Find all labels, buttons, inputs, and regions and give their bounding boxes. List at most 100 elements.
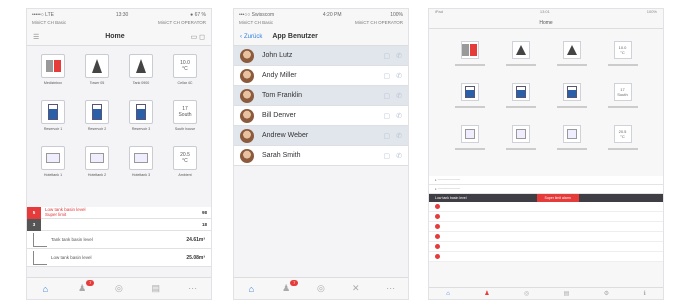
object-tile[interactable] bbox=[498, 83, 543, 119]
status-bar: •••○○ Swisscom 4:20 PM 100% bbox=[234, 9, 408, 20]
tile-caption-placeholder bbox=[454, 148, 485, 150]
level-row[interactable]: Tank tank basin level 24.61m³ bbox=[27, 231, 211, 249]
phone-icon[interactable]: ✆ bbox=[396, 112, 402, 120]
user-row[interactable]: John Lutz ▢ ✆ bbox=[234, 46, 408, 66]
object-tile[interactable]: 20.5 °C bbox=[600, 125, 645, 161]
object-tile[interactable]: 17 South bbox=[600, 83, 645, 119]
event-row[interactable]: ▸ ───────── bbox=[429, 176, 663, 185]
user-row[interactable]: Andrew Weber ▢ ✆ bbox=[234, 126, 408, 146]
object-tile[interactable]: 17 South South house bbox=[165, 100, 205, 140]
object-tile[interactable]: 10.0 °C bbox=[600, 41, 645, 77]
object-tile[interactable]: 20.5 °C Ambient bbox=[165, 146, 205, 186]
object-tile[interactable]: Tank 0900 bbox=[121, 54, 161, 94]
message-icon[interactable]: ▢ bbox=[384, 92, 391, 100]
level-value: 24.61m³ bbox=[186, 236, 205, 243]
alarm-row[interactable]: 3 18 bbox=[27, 218, 211, 231]
message-icon[interactable]: ▢ bbox=[384, 152, 391, 160]
object-grid: Medizinbox Tower 05 Tank 0900 10.0 °C Cellar… bbox=[27, 46, 211, 186]
alarm-count-badge: 5 bbox=[27, 206, 41, 219]
phone-icon[interactable]: ✆ bbox=[396, 72, 402, 80]
tile-caption: Hoteltank 2 bbox=[87, 173, 107, 177]
tank-icon bbox=[511, 83, 530, 101]
info-tab-icon[interactable]: ℹ bbox=[643, 290, 645, 297]
level-row[interactable]: Low tank basin level 25.08m³ bbox=[27, 249, 211, 267]
gauge-icon bbox=[562, 125, 581, 143]
temp-icon: 17 South bbox=[173, 100, 197, 124]
object-tile[interactable] bbox=[498, 41, 543, 77]
gauge-icon bbox=[129, 146, 153, 170]
more-tab-icon[interactable]: ⋯ bbox=[184, 282, 202, 296]
message-icon[interactable]: ▢ bbox=[384, 112, 391, 120]
alarm-row[interactable] bbox=[429, 222, 663, 232]
phone-icon[interactable]: ✆ bbox=[396, 152, 402, 160]
menu-icon[interactable]: ☰ bbox=[33, 33, 39, 41]
phone-home-screen: •••••○ LTE 13:30 ● 67 % MiniCT CH Basic … bbox=[26, 8, 212, 300]
message-icon[interactable]: ▢ bbox=[384, 52, 391, 60]
object-tile[interactable] bbox=[549, 125, 594, 161]
object-tile[interactable] bbox=[447, 83, 492, 119]
home-tab-icon[interactable]: ⌂ bbox=[446, 291, 450, 297]
object-tile[interactable] bbox=[549, 41, 594, 77]
object-tile[interactable] bbox=[447, 125, 492, 161]
alarm-dot-icon bbox=[435, 244, 440, 249]
object-tile[interactable]: Reservoir 3 bbox=[121, 100, 161, 140]
temp-icon: 10.0 °C bbox=[613, 41, 632, 59]
object-tile[interactable] bbox=[549, 83, 594, 119]
more-tab-icon[interactable]: ⋯ bbox=[382, 282, 400, 296]
alarm-row[interactable] bbox=[429, 212, 663, 222]
object-tile[interactable]: Medizinbox bbox=[33, 54, 73, 94]
alarm-row[interactable] bbox=[429, 202, 663, 212]
alarm-row[interactable] bbox=[429, 232, 663, 242]
back-button[interactable]: ‹ Zurück bbox=[240, 34, 262, 40]
tank-icon bbox=[562, 83, 581, 101]
phone-icon[interactable]: ✆ bbox=[396, 132, 402, 140]
message-icon[interactable]: ▢ bbox=[384, 132, 391, 140]
object-tile[interactable] bbox=[498, 125, 543, 161]
status-time: 13:30 bbox=[115, 11, 129, 18]
event-row[interactable]: ▸ ───────── bbox=[429, 185, 663, 194]
tile-caption-placeholder bbox=[607, 148, 638, 150]
alarms-tab-icon[interactable]: ♟ 7 bbox=[73, 279, 95, 296]
level-text: Tank tank basin level bbox=[51, 237, 93, 242]
alarm-dot-icon bbox=[435, 224, 440, 229]
alarm-row[interactable] bbox=[429, 252, 663, 262]
alarms-tab-icon[interactable]: ♟ bbox=[484, 290, 489, 297]
object-tile[interactable]: Reservoir 2 bbox=[77, 100, 117, 140]
timer-tab-icon[interactable]: ◎ bbox=[524, 290, 529, 297]
user-row[interactable]: Sarah Smith ▢ ✆ bbox=[234, 146, 408, 166]
object-tile[interactable]: Tower 05 bbox=[77, 54, 117, 94]
timer-tab-icon[interactable]: ◎ bbox=[312, 282, 330, 296]
phone-icon[interactable]: ✆ bbox=[396, 92, 402, 100]
tile-caption: Tower 05 bbox=[89, 81, 105, 85]
settings-tab-icon[interactable]: ⚙ bbox=[604, 290, 609, 297]
layout-icon[interactable]: ▭ ◻ bbox=[191, 33, 205, 41]
alarm-header-bar: Low tank basin level Super limit alarm bbox=[429, 194, 663, 202]
object-tile[interactable] bbox=[447, 41, 492, 77]
phone-icon[interactable]: ✆ bbox=[396, 52, 402, 60]
user-list: John Lutz ▢ ✆ Andy Miller ▢ ✆ Tom Franklin ▢ ✆ Bi… bbox=[234, 46, 408, 166]
home-tab-icon[interactable]: ⌂ bbox=[36, 282, 54, 296]
tile-caption-placeholder bbox=[607, 64, 638, 66]
object-tile[interactable]: Hoteltank 3 bbox=[121, 146, 161, 186]
tablet-alarm-panel: ▸ ───────── ▸ ───────── Low tank basin l… bbox=[429, 176, 663, 262]
alarm-dot-icon bbox=[435, 254, 440, 259]
alarms-tab-icon[interactable]: ♟ 7 bbox=[277, 279, 299, 296]
alarm-row[interactable] bbox=[429, 242, 663, 252]
avatar bbox=[240, 48, 254, 63]
user-name: Tom Franklin bbox=[262, 92, 303, 99]
object-tile[interactable]: Hoteltank 1 bbox=[33, 146, 73, 186]
user-row[interactable]: Andy Miller ▢ ✆ bbox=[234, 66, 408, 86]
alarm-row[interactable]: 5 Low tank basin level Super limit 98 bbox=[27, 206, 211, 219]
user-row[interactable]: Bill Denver ▢ ✆ bbox=[234, 106, 408, 126]
message-icon[interactable]: ▢ bbox=[384, 72, 391, 80]
tools-tab-icon[interactable]: ✕ bbox=[347, 282, 365, 296]
tank-icon bbox=[41, 100, 65, 124]
list-tab-icon[interactable]: ▤ bbox=[147, 282, 165, 296]
home-tab-icon[interactable]: ⌂ bbox=[242, 282, 260, 296]
timer-tab-icon[interactable]: ◎ bbox=[110, 282, 128, 296]
object-tile[interactable]: Hoteltank 2 bbox=[77, 146, 117, 186]
object-tile[interactable]: 10.0 °C Cellar 4C bbox=[165, 54, 205, 94]
object-tile[interactable]: Reservoir 1 bbox=[33, 100, 73, 140]
list-tab-icon[interactable]: ▤ bbox=[564, 290, 570, 297]
user-row[interactable]: Tom Franklin ▢ ✆ bbox=[234, 86, 408, 106]
